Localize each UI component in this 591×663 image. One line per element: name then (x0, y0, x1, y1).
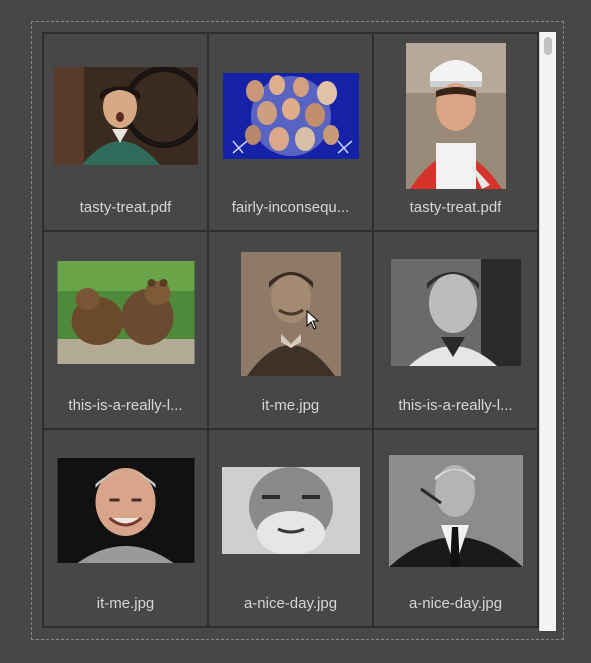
file-grid: tasty-treat.pdf fairly-inconsequ... tast… (42, 32, 539, 628)
man-paper-hat-photo-icon (405, 43, 506, 189)
mouse-cursor-icon (306, 310, 320, 330)
file-name: a-nice-day.jpg (243, 595, 338, 612)
man-smiling-photo-icon (57, 458, 194, 563)
man-suit-photo-icon (388, 455, 523, 567)
file-name: tasty-treat.pdf (79, 199, 172, 216)
file-name: it-me.jpg (261, 397, 320, 414)
file-name: a-nice-day.jpg (408, 595, 503, 612)
file-tile[interactable]: a-nice-day.jpg (209, 430, 374, 628)
file-grid-viewport[interactable]: tasty-treat.pdf fairly-inconsequ... tast… (42, 32, 556, 631)
vintage-portrait-photo-icon (240, 252, 341, 376)
man-bearded-photo-icon (221, 467, 360, 554)
scrollbar-thumb[interactable] (544, 37, 552, 55)
file-name: tasty-treat.pdf (409, 199, 502, 216)
file-tile[interactable]: tasty-treat.pdf (374, 34, 539, 232)
file-name: this-is-a-really-l... (68, 397, 183, 414)
man-surprised-photo-icon (53, 67, 198, 165)
file-tile[interactable]: it-me.jpg (44, 430, 209, 628)
vertical-scrollbar[interactable] (539, 32, 556, 631)
man-bw-portrait-photo-icon (390, 259, 521, 366)
file-name: fairly-inconsequ... (231, 199, 350, 216)
file-tile[interactable]: fairly-inconsequ... (209, 34, 374, 232)
file-tile[interactable]: this-is-a-really-l... (374, 232, 539, 430)
file-tile[interactable]: tasty-treat.pdf (44, 34, 209, 232)
file-name: this-is-a-really-l... (398, 397, 513, 414)
bears-photo-icon (57, 261, 194, 364)
face-collage-photo-icon (222, 73, 359, 159)
file-tile[interactable]: this-is-a-really-l... (44, 232, 209, 430)
file-name: it-me.jpg (96, 595, 155, 612)
file-tile[interactable]: it-me.jpg (209, 232, 374, 430)
file-tile[interactable]: a-nice-day.jpg (374, 430, 539, 628)
